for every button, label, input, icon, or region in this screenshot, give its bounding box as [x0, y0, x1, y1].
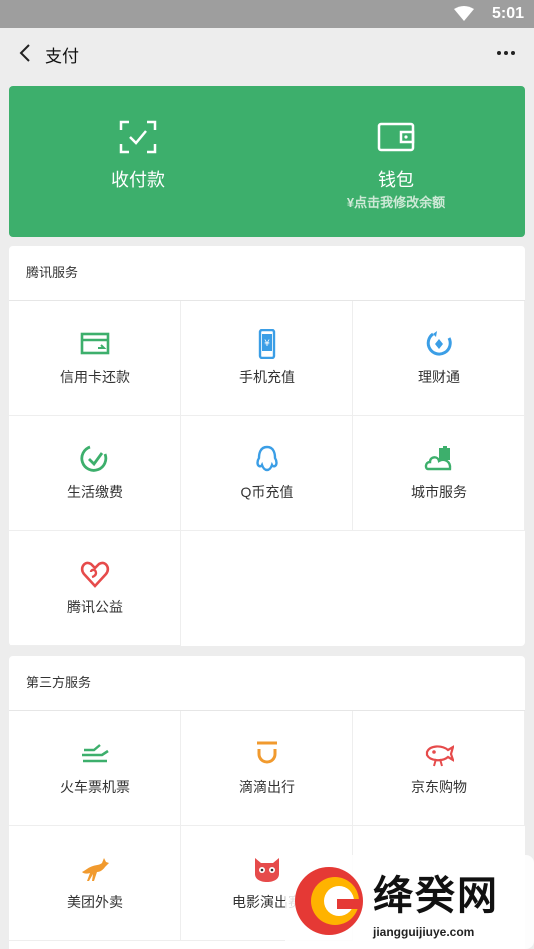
tile-meituan[interactable]: 美团外卖: [9, 826, 181, 941]
tile-wealth[interactable]: 理财通: [353, 301, 525, 416]
tile-label: 城市服务: [411, 484, 467, 500]
qq-coin-icon: [256, 445, 278, 472]
jd-shopping-icon: [425, 745, 454, 767]
city-service-icon: [424, 446, 452, 471]
tile-label: 生活缴费: [67, 484, 123, 500]
tencent-services-section: 腾讯服务 信用卡还款 ¥ 手机充值 理财通 生活缴费 Q币充值 城市服务 腾讯公…: [9, 246, 525, 646]
wallet-button[interactable]: 钱包 ¥点击我修改余额: [267, 86, 525, 237]
tile-label: 手机充值: [239, 369, 295, 385]
more-options-icon[interactable]: [494, 41, 518, 65]
tile-didi[interactable]: 滴滴出行: [181, 711, 353, 826]
tile-train-ticket[interactable]: 火车票机票: [9, 711, 181, 826]
tile-label: 滴滴出行: [239, 779, 295, 795]
scan-code-icon: [119, 120, 157, 154]
movie-icon: [255, 858, 279, 882]
wifi-icon: [454, 6, 474, 21]
section-title: 腾讯服务: [9, 246, 525, 301]
collect-pay-label: 收付款: [111, 170, 165, 190]
tile-utility[interactable]: 生活缴费: [9, 416, 181, 531]
watermark-brand: 绛癸网: [373, 873, 499, 919]
train-ticket-icon: [82, 744, 109, 763]
tile-label: Q币充值: [240, 484, 294, 500]
payment-hero-card: 收付款 钱包 ¥点击我修改余额: [9, 86, 525, 237]
meituan-icon: [82, 858, 109, 881]
watermark: 绛癸网 jiangguijiuye.com: [285, 855, 534, 949]
section-title: 第三方服务: [9, 656, 525, 711]
tile-jd[interactable]: 京东购物: [353, 711, 525, 826]
phone-recharge-icon: ¥: [258, 329, 276, 359]
tile-qq-coin[interactable]: Q币充值: [181, 416, 353, 531]
tile-label: 美团外卖: [67, 894, 123, 910]
tile-credit-card[interactable]: 信用卡还款: [9, 301, 181, 416]
charity-icon: [80, 561, 110, 588]
back-arrow-icon[interactable]: [14, 41, 38, 65]
tile-label: 火车票机票: [60, 779, 130, 795]
utility-payment-icon: [80, 445, 108, 472]
tile-label: 京东购物: [411, 779, 467, 795]
credit-card-icon: [80, 332, 110, 355]
status-time: 5:01: [491, 5, 524, 22]
nav-bar: 支付: [0, 28, 534, 78]
tile-label: 信用卡还款: [60, 369, 130, 385]
tile-phone-recharge[interactable]: ¥ 手机充值: [181, 301, 353, 416]
status-bar: 5:01: [0, 0, 534, 28]
collect-pay-button[interactable]: 收付款: [9, 86, 267, 237]
tile-label: 理财通: [418, 369, 460, 385]
tile-label: 腾讯公益: [67, 599, 123, 615]
wallet-balance-hint: ¥点击我修改余额: [346, 195, 446, 210]
didi-icon: [257, 741, 277, 764]
watermark-logo-icon: [295, 867, 363, 935]
watermark-url: jiangguijiuye.com: [373, 925, 475, 939]
wallet-icon: [377, 122, 415, 152]
page-title: 支付: [45, 47, 79, 66]
svg-text:¥: ¥: [264, 339, 270, 349]
wealth-icon: [426, 331, 452, 356]
wallet-label: 钱包: [378, 170, 414, 190]
tile-city-service[interactable]: 城市服务: [353, 416, 525, 531]
tile-charity[interactable]: 腾讯公益: [9, 531, 181, 646]
